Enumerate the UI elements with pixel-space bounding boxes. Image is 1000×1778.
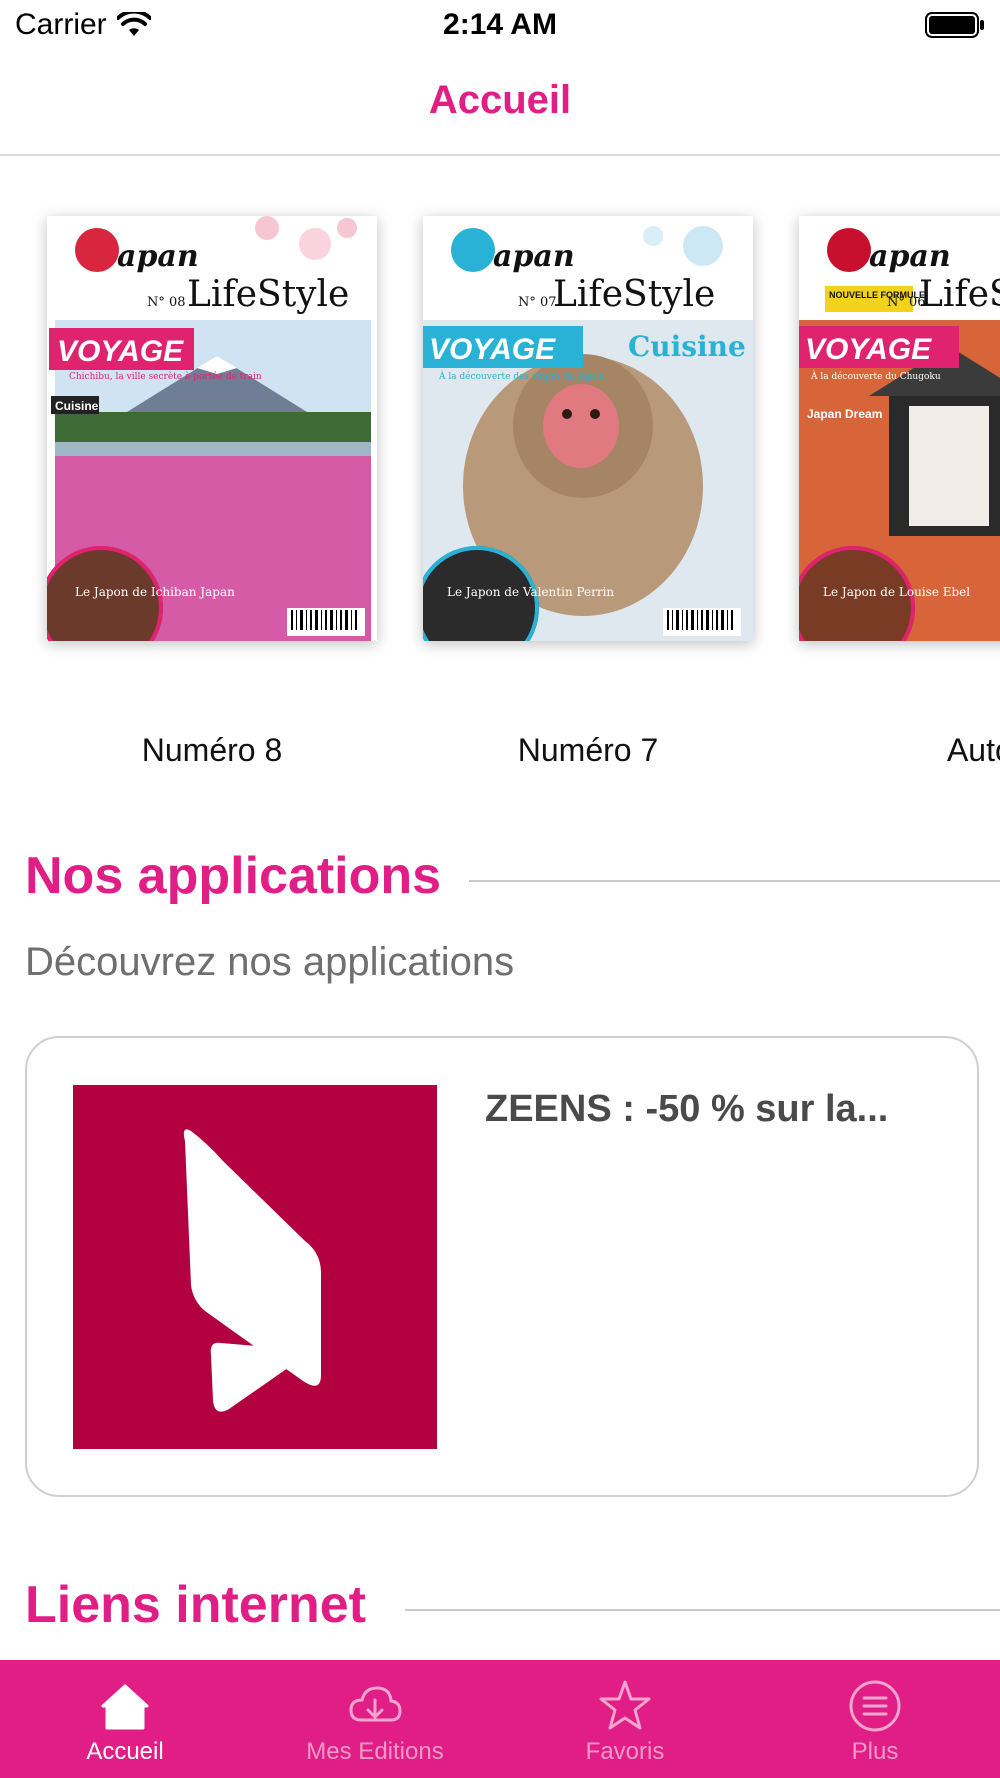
- cover-brand-sub: LifeStyle: [919, 274, 1000, 315]
- cloud-download-icon: [349, 1686, 402, 1722]
- edition-cover[interactable]: apan LifeStyle N° 07 VOYAGE À la découve…: [423, 216, 753, 641]
- status-time: 2:14 AM: [443, 8, 557, 41]
- cover-tagline: Chichibu, la ville secrète à portée de t…: [69, 371, 262, 382]
- section-title: Liens internet: [25, 1576, 366, 1634]
- section-title: Nos applications: [25, 847, 442, 905]
- page-title: Accueil: [428, 78, 572, 122]
- cover-brand-sub: LifeStyle: [553, 274, 715, 315]
- navigation-bar: Accueil: [0, 60, 1000, 156]
- app-name: ZEENS : -50 % sur la...: [485, 1088, 889, 1130]
- section-divider: [405, 1609, 1000, 1611]
- cover-brand: apan: [869, 239, 951, 274]
- app-card[interactable]: ZEENS : -50 % sur la...: [25, 1036, 979, 1497]
- cover-section: Cuisine: [628, 330, 746, 363]
- edition-cover[interactable]: apan LifeStyle N° 08 VOYAGE Chichibu, la…: [47, 216, 377, 641]
- zeens-logo-icon: [73, 1085, 437, 1449]
- cover-headline: VOYAGE: [57, 335, 184, 368]
- cover-tagline: À la découverte du Chugoku: [810, 370, 941, 382]
- links-section-header: Liens internet: [25, 1575, 1000, 1645]
- cover-section: Japan Dream: [807, 407, 882, 421]
- cover-image: apan LifeStyle N° 07 VOYAGE À la découve…: [423, 216, 753, 641]
- status-bar: Carrier 2:14 AM: [0, 0, 1000, 50]
- cover-headline: VOYAGE: [805, 333, 932, 366]
- cover-issue: N° 06: [887, 295, 926, 310]
- section-subtitle: Découvrez nos applications: [25, 940, 515, 984]
- cover-teaser: Le Japon de Valentin Perrin: [447, 585, 614, 599]
- menu-circle-icon: [849, 1680, 901, 1732]
- tab-label: Plus: [851, 1738, 899, 1765]
- tab-favoris[interactable]: Favoris: [500, 1660, 750, 1778]
- tab-label: Accueil: [86, 1738, 164, 1765]
- tab-bar: Accueil Mes Editions Favoris Plus: [0, 1660, 1000, 1778]
- tab-plus[interactable]: Plus: [750, 1660, 1000, 1778]
- cover-brand: apan: [493, 239, 575, 274]
- cover-brand: apan: [117, 239, 199, 274]
- star-icon: [599, 1680, 651, 1730]
- cover-image: apan LifeStyle NOUVELLE FORMULE N° 06 VO…: [799, 216, 1000, 641]
- cover-issue: N° 08: [147, 295, 186, 310]
- cover-section: Cuisine: [55, 399, 99, 413]
- cover-teaser: Le Japon de Ichiban Japan: [75, 585, 235, 599]
- cover-image: apan LifeStyle N° 08 VOYAGE Chichibu, la…: [47, 216, 377, 641]
- edition-label[interactable]: Automne: [799, 732, 1000, 769]
- cover-tagline: À la découverte des singes du Japon: [438, 370, 604, 382]
- home-icon: [101, 1684, 149, 1730]
- tab-mes-editions[interactable]: Mes Editions: [250, 1660, 500, 1778]
- edition-cover[interactable]: apan LifeStyle NOUVELLE FORMULE N° 06 VO…: [799, 216, 1000, 641]
- cover-brand-sub: LifeStyle: [187, 274, 349, 315]
- cover-headline: VOYAGE: [429, 333, 556, 366]
- edition-label[interactable]: Numéro 7: [376, 732, 800, 769]
- tab-accueil[interactable]: Accueil: [0, 1660, 250, 1778]
- edition-label[interactable]: Numéro 8: [0, 732, 424, 769]
- apps-section-header: Nos applications: [25, 846, 1000, 916]
- tab-label: Mes Editions: [306, 1738, 444, 1765]
- battery-icon: [925, 12, 984, 38]
- section-divider: [469, 880, 1000, 882]
- cover-issue: N° 07: [518, 295, 557, 310]
- editions-carousel[interactable]: apan LifeStyle N° 08 VOYAGE Chichibu, la…: [0, 156, 1000, 796]
- cover-teaser: Le Japon de Louise Ebel: [823, 585, 970, 599]
- tab-label: Favoris: [585, 1738, 665, 1765]
